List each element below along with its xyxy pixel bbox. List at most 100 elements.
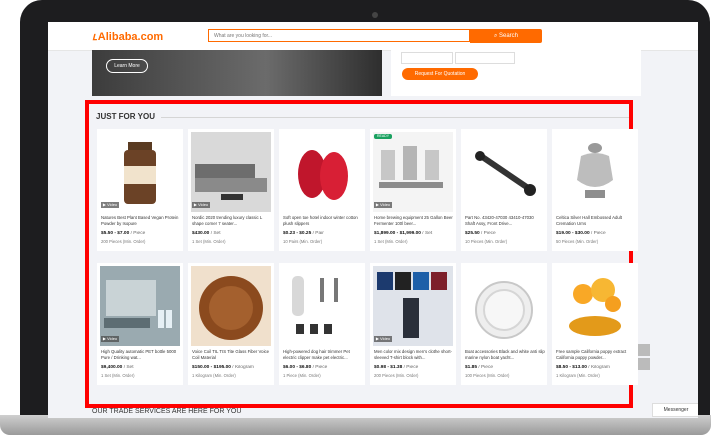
price-value: $1,899.00 - $1,999.00 (374, 231, 421, 236)
poppy-powder-icon[interactable] (555, 266, 635, 346)
price-value: $6.00 - $6.80 (283, 365, 312, 370)
video-badge: ▶ Video (101, 202, 119, 208)
price-value: $1.85 (465, 365, 478, 370)
product-price: $0.98 - $1.38 / Piece (374, 365, 454, 370)
min-order: 100 Pieces (Min. Order) (465, 373, 510, 378)
search-button-label: Search (499, 33, 519, 39)
product-title[interactable]: Free sample California poppy extract Cal… (556, 349, 636, 360)
price-unit: / Set (210, 231, 221, 236)
price-unit: / Kilogram (232, 365, 254, 370)
product-price: $6.00 - $6.80 / Piece (283, 365, 363, 370)
price-value: $430.00 (192, 231, 210, 236)
product-title[interactable]: Voice Coil TIL TIS Tite Glass Fiber Voic… (192, 349, 272, 360)
price-unit: / Piece (130, 231, 146, 236)
product-title[interactable]: Celtica Silver Hall Embossed Adult Crema… (556, 215, 636, 226)
site-header: ⳑAlibaba.com What are you looking for...… (48, 22, 698, 51)
price-unit: / Piece (312, 365, 328, 370)
price-unit: / Piece (590, 231, 606, 236)
product-title[interactable]: High Quality automatic PET bottle 5000 P… (101, 349, 181, 360)
product-title[interactable]: Men color mix design men's clothe short-… (374, 349, 454, 360)
brewing-equipment-icon[interactable] (373, 132, 453, 212)
product-card[interactable]: ▶ Video Men color mix design men's clothe… (370, 263, 456, 385)
price-unit: / Set (123, 365, 134, 370)
min-order: 1 Kilogram (Min. Order) (192, 373, 236, 378)
quantity-input[interactable] (401, 52, 453, 64)
alibaba-logo-icon: ⳑ (92, 31, 97, 43)
sofa-icon[interactable] (191, 132, 271, 212)
product-title[interactable]: Natures Best Plant Based Vegan Protein P… (101, 215, 181, 226)
tshirts-icon[interactable] (373, 266, 453, 346)
min-order: 50 Pieces (Min. Order) (556, 239, 599, 244)
product-card[interactable]: ▶ Video High Quality automatic PET bottle… (97, 263, 183, 385)
product-card[interactable]: Part No. 43420-47030 43410-47030 Shaft A… (461, 129, 547, 251)
price-unit: / Kilogram (588, 365, 610, 370)
voice-coil-icon[interactable] (191, 266, 271, 346)
product-price: $1,899.00 - $1,999.00 / Set (374, 231, 454, 236)
product-price: $0.23 - $0.25 / Pair (283, 231, 363, 236)
price-value: $5.50 - $7.00 (101, 231, 130, 236)
trade-services-heading: OUR TRADE SERVICES ARE HERE FOR YOU (92, 408, 242, 415)
product-title[interactable]: High-powered dog hair trimmer Pet electr… (283, 349, 363, 360)
product-title[interactable]: Home brewing equipment 25 Gallon Beer Fe… (374, 215, 454, 226)
min-order: 10 Pairs (Min. Order) (283, 239, 323, 244)
back-to-top-icon[interactable] (638, 344, 650, 356)
request-quotation-button[interactable]: Request For Quotation (402, 68, 478, 80)
protein-jar-icon[interactable] (100, 132, 180, 212)
drive-shaft-icon[interactable] (464, 132, 544, 212)
deck-plate-icon[interactable] (464, 266, 544, 346)
price-value: $0.98 - $1.38 (374, 365, 403, 370)
min-order: 10 Pieces (Min. Order) (465, 239, 508, 244)
product-card[interactable]: Celtica Silver Hall Embossed Adult Crema… (552, 129, 638, 251)
product-price: $5.50 - $7.00 / Piece (101, 231, 181, 236)
min-order: 200 Pieces (Min. Order) (374, 373, 419, 378)
ready-badge: READY (374, 134, 392, 139)
price-unit: / Set (422, 231, 433, 236)
product-price: $25.50 / Piece (465, 231, 545, 236)
price-unit: / Piece (403, 365, 419, 370)
price-value: $9,400.00 (101, 365, 123, 370)
section-divider (161, 117, 629, 118)
min-order: 1 Set (Min. Order) (374, 239, 408, 244)
product-card[interactable]: ▶ Video Nordic 2020 trending luxury class… (188, 129, 274, 251)
product-card[interactable]: ▶ Video Natures Best Plant Based Vegan Pr… (97, 129, 183, 251)
min-order: 1 Set (Min. Order) (101, 373, 135, 378)
product-card[interactable]: Boat accessories Black and white anti sl… (461, 263, 547, 385)
product-title[interactable]: Boat accessories Black and white anti sl… (465, 349, 545, 360)
product-price: $9,400.00 / Set (101, 365, 181, 370)
product-card[interactable]: Soft open toe hotel indoor winter cotton… (279, 129, 365, 251)
search-button[interactable]: ⌕ Search (470, 29, 542, 43)
alibaba-logo[interactable]: ⳑAlibaba.com (92, 29, 163, 44)
feedback-icon[interactable] (638, 358, 650, 370)
hero-banner[interactable] (92, 50, 382, 96)
messenger-button[interactable]: Messenger (652, 403, 698, 417)
slippers-icon[interactable] (282, 132, 362, 212)
just-for-you-section: JUST FOR YOU ▶ Video Natures Best Plant B… (85, 100, 638, 408)
learn-more-button[interactable]: Learn More (106, 59, 148, 73)
product-card[interactable]: High-powered dog hair trimmer Pet electr… (279, 263, 365, 385)
product-title[interactable]: Part No. 43420-47030 43410-47030 Shaft A… (465, 215, 545, 226)
min-order: 200 Pieces (Min. Order) (101, 239, 146, 244)
product-price: $19.00 - $30.00 / Piece (556, 231, 636, 236)
urn-icon[interactable] (555, 132, 635, 212)
bottling-line-icon[interactable] (100, 266, 180, 346)
laptop-base (0, 415, 711, 435)
product-title[interactable]: Nordic 2020 trending luxury classic L sh… (192, 215, 272, 226)
product-card[interactable]: Free sample California poppy extract Cal… (552, 263, 638, 385)
pet-clipper-icon[interactable] (282, 266, 362, 346)
product-card[interactable]: ▶ Video READY Home brewing equipment 25 Ga… (370, 129, 456, 251)
price-unit: / Piece (478, 365, 494, 370)
product-price: $1.85 / Piece (465, 365, 545, 370)
min-order: 1 Set (Min. Order) (192, 239, 226, 244)
section-title: JUST FOR YOU (96, 112, 155, 121)
min-order: 1 Piece (Min. Order) (283, 373, 321, 378)
min-order: 1 Kilogram (Min. Order) (556, 373, 600, 378)
camera-icon (372, 12, 378, 18)
product-title[interactable]: Soft open toe hotel indoor winter cotton… (283, 215, 363, 226)
video-badge: ▶ Video (374, 202, 392, 208)
video-badge: ▶ Video (101, 336, 119, 342)
price-value: $0.23 - $0.25 (283, 231, 312, 236)
video-badge: ▶ Video (192, 202, 210, 208)
product-card[interactable]: Voice Coil TIL TIS Tite Glass Fiber Voic… (188, 263, 274, 385)
search-input[interactable]: What are you looking for... (208, 29, 470, 42)
unit-select[interactable] (455, 52, 515, 64)
